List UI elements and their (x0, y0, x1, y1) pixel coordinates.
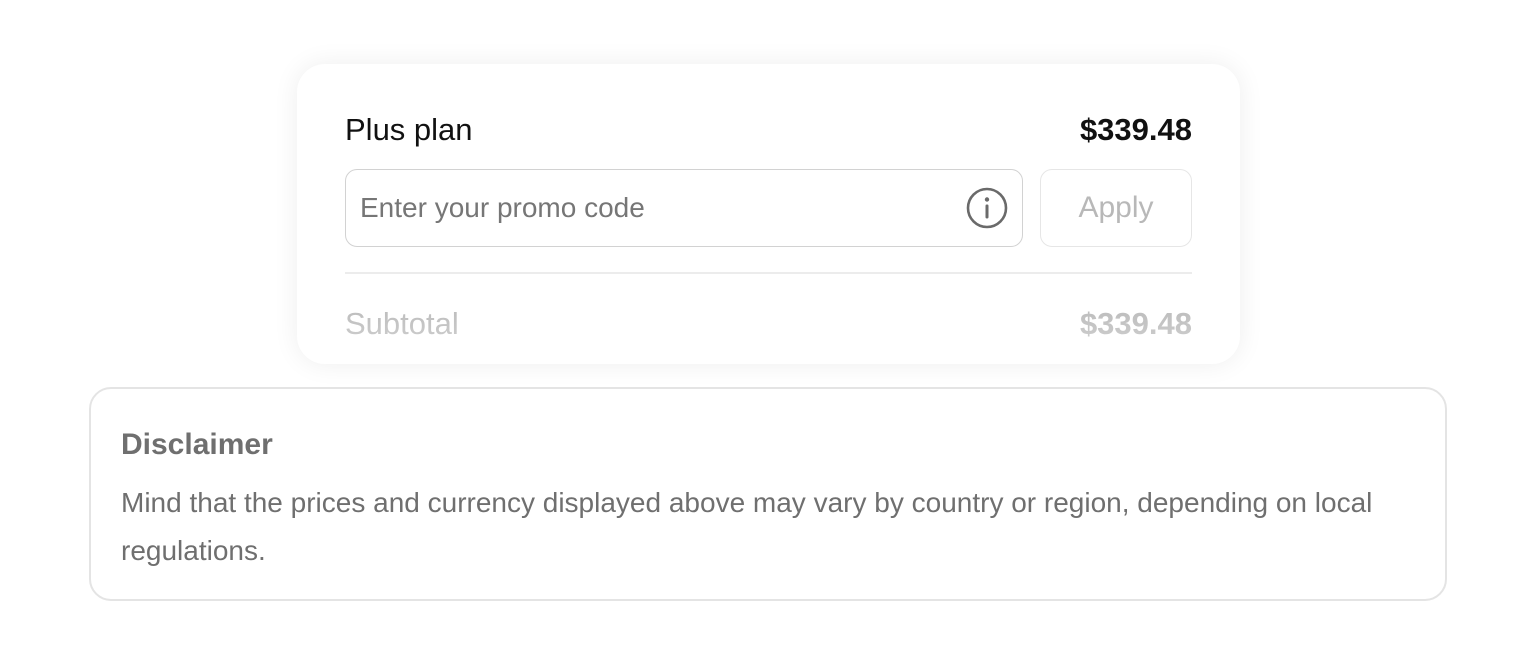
subtotal-row: Subtotal $339.48 (345, 304, 1192, 344)
subtotal-label: Subtotal (345, 306, 459, 341)
subtotal-value: $339.48 (1079, 306, 1192, 341)
disclaimer-title: Disclaimer (121, 428, 273, 461)
plan-name: Plus plan (345, 112, 473, 147)
order-summary-card: Plus plan $339.48 Apply Subtotal $339.48 (297, 64, 1240, 364)
promo-code-input[interactable] (360, 170, 950, 246)
promo-code-row: Apply (345, 169, 1192, 247)
promo-code-field[interactable] (345, 169, 1023, 247)
apply-promo-button[interactable]: Apply (1040, 169, 1192, 247)
plan-row: Plus plan $339.48 (345, 110, 1192, 150)
divider (345, 272, 1192, 274)
plan-price: $339.48 (1079, 112, 1192, 147)
checkout-screen: Plus plan $339.48 Apply Subtotal $339.48 (0, 0, 1536, 666)
disclaimer-box: Disclaimer Mind that the prices and curr… (89, 387, 1447, 601)
disclaimer-text: Mind that the prices and currency displa… (121, 487, 1373, 566)
info-circle-icon[interactable] (966, 187, 1008, 229)
